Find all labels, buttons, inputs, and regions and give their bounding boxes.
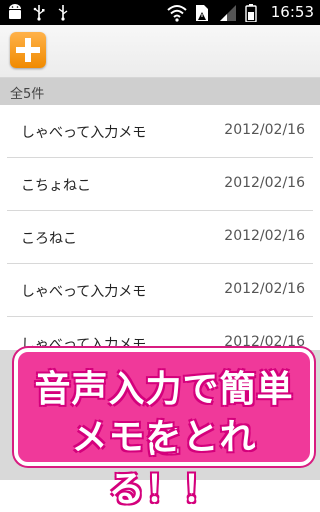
memo-count: 全5件: [10, 87, 45, 102]
add-memo-button[interactable]: [10, 32, 46, 68]
promo-box: 音声入力で簡単に メモをとれる！！: [14, 348, 314, 510]
memo-date: 2012/02/16: [224, 228, 305, 244]
memo-date: 2012/02/16: [224, 122, 305, 138]
memo-date: 2012/02/16: [224, 281, 305, 297]
list-header: 全5件: [0, 78, 320, 105]
memo-title: しゃべって入力メモ: [21, 125, 147, 141]
status-time: 16:53: [270, 3, 314, 21]
memo-date: 2012/02/16: [224, 175, 305, 191]
toolbar: [0, 25, 320, 78]
list-item[interactable]: しゃべって入力メモ 2012/02/16: [7, 264, 313, 317]
status-left-icons: [6, 3, 72, 21]
memo-title: しゃべって入力メモ: [21, 284, 147, 300]
list-item[interactable]: こちょねこ 2012/02/16: [7, 158, 313, 211]
plus-icon: [16, 38, 40, 62]
battery-icon: [245, 3, 263, 23]
android-icon: [6, 3, 24, 21]
sim-alert-icon: [193, 4, 211, 22]
usb-icon: [30, 3, 48, 21]
wifi-icon: [167, 4, 187, 22]
memo-title: こちょねこ: [21, 178, 91, 194]
memo-title: ころねこ: [21, 231, 77, 247]
list-item[interactable]: ころねこ 2012/02/16: [7, 211, 313, 264]
memo-list: しゃべって入力メモ 2012/02/16 こちょねこ 2012/02/16 ころ…: [0, 105, 320, 370]
status-bar: 16:53: [0, 0, 320, 25]
promo-line-2: メモをとれる！！: [71, 417, 257, 510]
signal-icon: [219, 4, 237, 22]
status-right-icons: 16:53: [167, 3, 314, 23]
promo-banner: 音声入力で簡単に メモをとれる！！: [0, 338, 320, 510]
usb-icon: [54, 3, 72, 21]
list-item[interactable]: しゃべって入力メモ 2012/02/16: [7, 105, 313, 158]
